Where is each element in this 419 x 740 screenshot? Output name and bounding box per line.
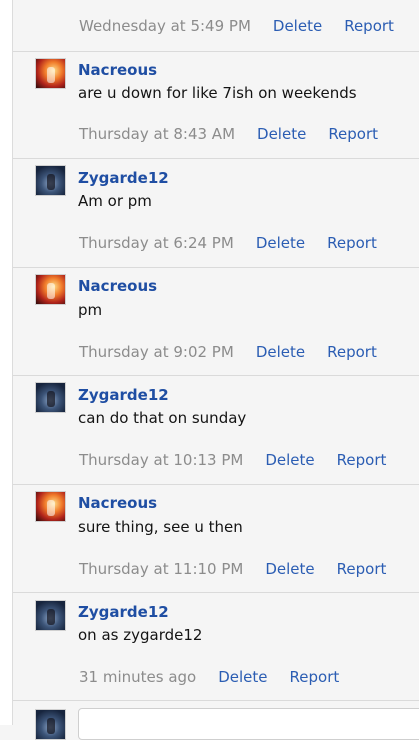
message-text: can do that on sunday [78,409,247,427]
message-meta: Thursday at 6:24 PM Delete Report [79,234,399,252]
message-timestamp: 31 minutes ago [79,668,197,686]
delete-link[interactable]: Delete [218,668,267,686]
delete-link[interactable]: Delete [257,125,306,143]
zygarde12-avatar[interactable] [35,165,66,196]
message-timestamp: Thursday at 11:10 PM [79,560,244,578]
message-item: Nacreous sure thing, see u then Thursday… [13,485,419,593]
message-item: Wednesday at 5:49 PM Delete Report [13,0,419,52]
message-meta: Thursday at 10:13 PM Delete Report [79,451,408,469]
report-link[interactable]: Report [344,17,394,35]
message-meta: Thursday at 8:43 AM Delete Report [79,125,400,143]
report-link[interactable]: Report [290,668,340,686]
message-item: Zygarde12 on as zygarde12 31 minutes ago… [13,593,419,701]
message-timestamp: Wednesday at 5:49 PM [79,17,251,35]
message-timestamp: Thursday at 8:43 AM [79,125,236,143]
reply-input[interactable] [78,708,419,740]
message-author[interactable]: Zygarde12 [78,169,169,187]
report-link[interactable]: Report [337,560,387,578]
message-author[interactable]: Nacreous [78,277,157,295]
delete-link[interactable]: Delete [273,17,322,35]
message-thread: Wednesday at 5:49 PM Delete Report Nacre… [13,0,419,740]
delete-link[interactable]: Delete [256,234,305,252]
message-author[interactable]: Zygarde12 [78,386,169,404]
zygarde12-avatar[interactable] [35,382,66,413]
delete-link[interactable]: Delete [265,451,314,469]
message-meta: Thursday at 9:02 PM Delete Report [79,343,399,361]
message-text: on as zygarde12 [78,626,203,644]
message-item: Nacreous pm Thursday at 9:02 PM Delete R… [13,268,419,376]
message-author[interactable]: Nacreous [78,494,157,512]
message-text: sure thing, see u then [78,518,243,536]
message-meta: Wednesday at 5:49 PM Delete Report [79,17,416,35]
nacreous-avatar[interactable] [35,274,66,305]
report-link[interactable]: Report [337,451,387,469]
report-link[interactable]: Report [327,234,377,252]
message-item: Zygarde12 can do that on sunday Thursday… [13,376,419,485]
message-author[interactable]: Nacreous [78,61,157,79]
report-link[interactable]: Report [327,343,377,361]
message-author[interactable]: Zygarde12 [78,603,169,621]
message-meta: Thursday at 11:10 PM Delete Report [79,560,408,578]
message-text: are u down for like 7ish on weekends [78,84,357,102]
delete-link[interactable]: Delete [265,560,314,578]
delete-link[interactable]: Delete [256,343,305,361]
zygarde12-avatar[interactable] [35,600,66,631]
message-timestamp: Thursday at 6:24 PM [79,234,234,252]
message-meta: 31 minutes ago Delete Report [79,668,361,686]
message-timestamp: Thursday at 10:13 PM [79,451,244,469]
report-link[interactable]: Report [328,125,378,143]
message-item: Nacreous are u down for like 7ish on wee… [13,52,419,159]
message-text: Am or pm [78,192,152,210]
message-item: Zygarde12 Am or pm Thursday at 6:24 PM D… [13,159,419,268]
nacreous-avatar[interactable] [35,58,66,89]
message-timestamp: Thursday at 9:02 PM [79,343,234,361]
left-edge-panel [0,0,13,725]
nacreous-avatar[interactable] [35,491,66,522]
message-text: pm [78,301,103,319]
